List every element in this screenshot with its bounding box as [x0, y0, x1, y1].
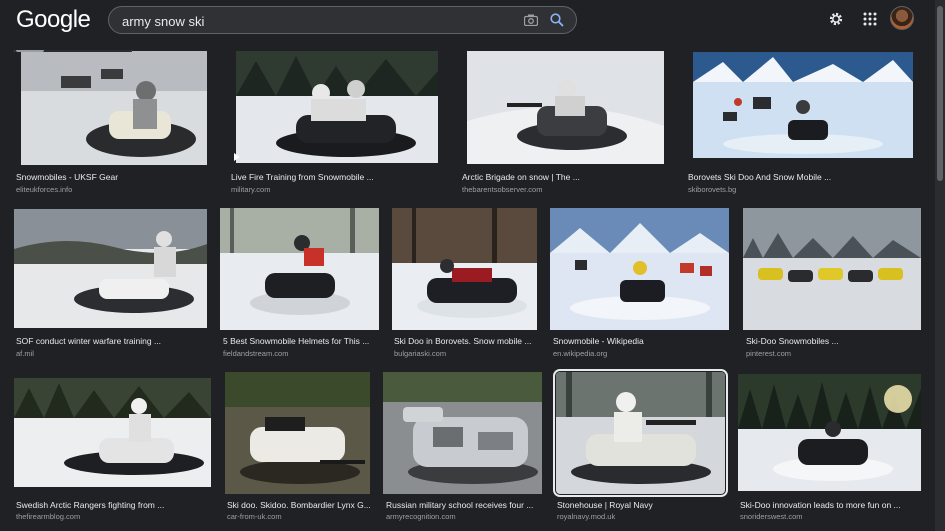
- image-results-grid: Snowmobiles - UKSF Gear eliteukforces.in…: [0, 0, 935, 531]
- result-caption[interactable]: 5 Best Snowmobile Helmets for This ...: [223, 336, 383, 346]
- result-thumbnail[interactable]: [14, 378, 211, 487]
- google-logo[interactable]: Google: [16, 6, 91, 34]
- search-input[interactable]: [122, 11, 512, 31]
- result-thumbnail[interactable]: [236, 51, 438, 163]
- play-icon: [234, 153, 240, 161]
- result-caption[interactable]: Ski-Doo Snowmobiles ...: [746, 336, 921, 346]
- result-thumbnail[interactable]: [693, 52, 913, 158]
- top-bar: Google: [0, 0, 935, 50]
- camera-icon[interactable]: [522, 11, 540, 29]
- result-source: thefirearmblog.com: [16, 512, 81, 521]
- result-thumbnail[interactable]: [14, 209, 207, 328]
- result-thumbnail-selected[interactable]: [553, 369, 728, 497]
- result-thumbnail[interactable]: [467, 51, 664, 164]
- result-caption[interactable]: Russian military school receives four ..…: [386, 500, 546, 510]
- result-caption[interactable]: Swedish Arctic Rangers fighting from ...: [16, 500, 206, 510]
- result-source: skiborovets.bg: [688, 185, 737, 194]
- result-caption[interactable]: Borovets Ski Doo And Snow Mobile ...: [688, 172, 908, 182]
- result-source: car-from-uk.com: [227, 512, 282, 521]
- result-thumbnail[interactable]: [220, 208, 379, 330]
- result-caption[interactable]: Snowmobile - Wikipedia: [553, 336, 733, 346]
- result-source: af.mil: [16, 349, 34, 358]
- result-caption[interactable]: Stonehouse | Royal Navy: [557, 500, 727, 510]
- gear-icon[interactable]: [826, 9, 846, 29]
- search-box[interactable]: [108, 6, 577, 34]
- avatar[interactable]: [890, 6, 914, 30]
- result-caption[interactable]: Snowmobiles - UKSF Gear: [16, 172, 206, 182]
- result-caption[interactable]: Ski doo. Skidoo. Bombardier Lynx G...: [227, 500, 372, 510]
- result-caption[interactable]: Live Fire Training from Snowmobile ...: [231, 172, 441, 182]
- result-source: en.wikipedia.org: [553, 349, 608, 358]
- result-source: military.com: [231, 185, 271, 194]
- result-thumbnail[interactable]: [550, 208, 729, 330]
- result-thumbnail[interactable]: [21, 51, 207, 165]
- result-source: armyrecognition.com: [386, 512, 456, 521]
- result-source: bulgariaski.com: [394, 349, 447, 358]
- scrollbar-thumb[interactable]: [937, 6, 943, 181]
- result-source: pinterest.com: [746, 349, 792, 358]
- result-thumbnail[interactable]: [738, 374, 921, 491]
- result-thumbnail[interactable]: [225, 372, 370, 494]
- result-caption[interactable]: SOF conduct winter warfare training ...: [16, 336, 206, 346]
- result-source: fieldandstream.com: [223, 349, 289, 358]
- result-thumbnail[interactable]: [743, 208, 921, 330]
- result-source: royalnavy.mod.uk: [557, 512, 616, 521]
- result-source: snoriderswest.com: [740, 512, 803, 521]
- search-icon[interactable]: [548, 11, 566, 29]
- apps-icon[interactable]: [860, 9, 880, 29]
- result-caption[interactable]: Ski Doo in Borovets. Snow mobile ...: [394, 336, 539, 346]
- result-caption[interactable]: Ski-Doo innovation leads to more fun on …: [740, 500, 925, 510]
- result-caption[interactable]: Arctic Brigade on snow | The ...: [462, 172, 662, 182]
- result-source: eliteukforces.info: [16, 185, 73, 194]
- result-thumbnail[interactable]: [392, 208, 537, 330]
- result-thumbnail[interactable]: [383, 372, 542, 494]
- result-source: thebarentsobserver.com: [462, 185, 543, 194]
